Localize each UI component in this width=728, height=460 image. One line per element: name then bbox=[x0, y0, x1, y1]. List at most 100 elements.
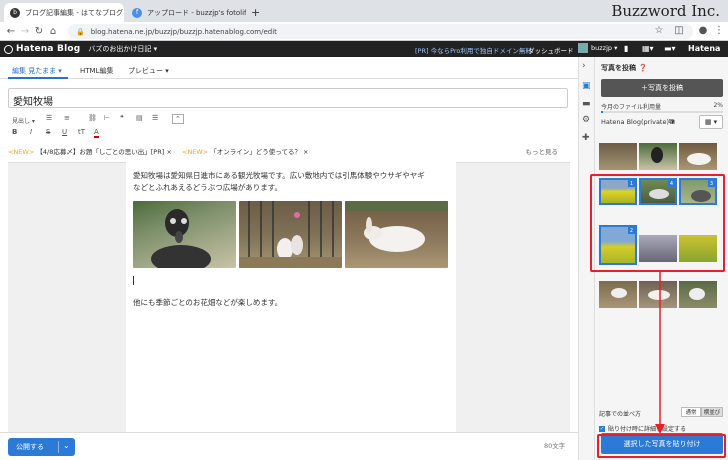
plus-icon[interactable]: ✚ bbox=[582, 133, 590, 143]
grid-view-button[interactable]: ▦ ▾ bbox=[699, 115, 723, 129]
photo-thumb[interactable] bbox=[639, 143, 677, 170]
watermark: Buzzword Inc. bbox=[611, 2, 720, 20]
heading-select[interactable]: 見出し ▾ bbox=[12, 116, 35, 125]
extension-icon[interactable]: ◫ bbox=[672, 25, 686, 36]
hatena-blog-logo[interactable]: Hatena Blog bbox=[4, 44, 80, 54]
address-bar: ← → ↻ ⌂ 🔒 blog.hatena.ne.jp/buzzjp/buzzj… bbox=[0, 22, 728, 41]
text-caret bbox=[133, 276, 134, 285]
home-icon[interactable]: ⌂ bbox=[46, 26, 60, 37]
hatena-favicon-icon: b bbox=[10, 7, 20, 18]
paste-detail-checkbox[interactable]: ✓ 貼り付け時に詳細を設定する bbox=[599, 424, 686, 433]
underline-icon[interactable]: U bbox=[62, 128, 67, 136]
tab-preview[interactable]: プレビュー ▾ bbox=[128, 66, 169, 76]
sort-horizontal-button[interactable]: 横並び bbox=[701, 407, 723, 417]
message-icon[interactable]: ▬▾ bbox=[664, 44, 676, 53]
bullet-list-icon[interactable]: ☰ bbox=[46, 114, 52, 122]
title-input[interactable]: 愛知牧場 bbox=[8, 88, 568, 108]
gear-icon[interactable]: ⚙ bbox=[582, 115, 590, 125]
avatar bbox=[578, 43, 588, 53]
italic-icon[interactable]: I bbox=[30, 128, 32, 136]
collapse-toolbar-icon[interactable]: ⌃ bbox=[172, 114, 184, 124]
chevron-down-icon[interactable]: ⌄ bbox=[63, 441, 70, 450]
strikethrough-icon[interactable]: S bbox=[46, 128, 50, 136]
table-icon[interactable]: ▤ bbox=[136, 114, 143, 122]
user-menu[interactable]: buzzjp ▾ bbox=[578, 43, 617, 53]
dashboard-link[interactable]: ダッシュボード bbox=[528, 45, 574, 55]
link-icon[interactable]: ⛓ bbox=[88, 114, 97, 122]
close-icon[interactable]: × bbox=[303, 148, 308, 156]
emu-photo[interactable] bbox=[133, 201, 236, 268]
body-line: 愛知牧場は愛知県日進市にある観光牧場です。広い敷地内では引馬体験やウサギやヤギ bbox=[133, 171, 425, 180]
post-photo-button[interactable]: ＋写真を投稿 bbox=[601, 79, 723, 97]
selection-highlight-box bbox=[590, 174, 725, 272]
back-icon[interactable]: ← bbox=[4, 26, 18, 37]
external-link-icon[interactable]: ⧉ bbox=[669, 117, 675, 127]
text-color-icon[interactable]: A bbox=[94, 128, 99, 138]
panel-title: 写真を投稿 ❓ bbox=[601, 64, 648, 72]
new-tab-button[interactable]: + bbox=[248, 3, 264, 22]
sort-normal-button[interactable]: 通常 bbox=[681, 407, 701, 417]
browser-tab[interactable]: f アップロード - buzzjp's fotolife × bbox=[126, 3, 246, 22]
format-toolbar-2: B I S U tT A bbox=[8, 128, 578, 140]
browser-tab-active[interactable]: b ブログ記事編集 - はてなブログ × bbox=[4, 3, 124, 22]
photo-thumb[interactable] bbox=[679, 281, 717, 308]
url-field[interactable]: 🔒 blog.hatena.ne.jp/buzzjp/buzzjp.hatena… bbox=[68, 24, 693, 39]
forward-icon[interactable]: → bbox=[18, 26, 32, 37]
menu-dots-icon[interactable]: ⋮ bbox=[712, 25, 726, 36]
blog-name-menu[interactable]: バズのお出かけ日記 ▾ bbox=[88, 44, 157, 54]
usage-bar-fill bbox=[601, 111, 604, 113]
account-icon[interactable]: ● bbox=[696, 25, 710, 36]
photo-thumb[interactable] bbox=[679, 143, 717, 170]
new-tag: <NEW> bbox=[8, 148, 35, 156]
tab-title: アップロード - buzzjp's fotolife bbox=[147, 8, 246, 17]
reload-icon[interactable]: ↻ bbox=[32, 26, 46, 37]
quote-icon[interactable]: ❝ bbox=[120, 114, 124, 122]
folder-icon[interactable]: ▬ bbox=[582, 99, 591, 109]
char-count: 80文字 bbox=[544, 442, 566, 450]
tab-visual-edit[interactable]: 編集 見たまま ▾ bbox=[12, 66, 62, 76]
numbered-list-icon[interactable]: ≡ bbox=[64, 114, 70, 122]
rabbits-cage-photo[interactable] bbox=[239, 201, 342, 268]
active-tab-indicator bbox=[8, 77, 68, 79]
photo-tool-icon[interactable]: ▣ bbox=[582, 81, 591, 91]
photo-thumb[interactable] bbox=[599, 281, 637, 308]
usage-percent: 2% bbox=[713, 102, 723, 109]
url-text: blog.hatena.ne.jp/buzzjp/buzzjp.hatenabl… bbox=[90, 27, 277, 36]
more-link[interactable]: もっと見る bbox=[526, 146, 559, 156]
tab-html-edit[interactable]: HTML編集 bbox=[80, 66, 113, 76]
sort-label: 記事での並べ方 bbox=[599, 411, 642, 418]
publish-button[interactable]: 公開する ⌄ bbox=[8, 438, 75, 456]
news-bar: <NEW> 【4/8応募〆】お題「しごとの思い出」[PR] × <NEW> 「オ… bbox=[8, 146, 568, 158]
hr-icon[interactable]: ⊢ bbox=[104, 114, 110, 122]
apps-grid-icon[interactable]: ▦▾ bbox=[642, 44, 654, 53]
chevron-right-icon[interactable]: › bbox=[582, 61, 586, 71]
news-link[interactable]: 【4/8応募〆】お題「しごとの思い出」[PR] bbox=[36, 148, 164, 156]
editor-mode-tabs: 編集 見たまま ▾ HTML編集 プレビュー ▾ bbox=[0, 57, 578, 79]
news-link[interactable]: 「オンライン」どう使ってる？ bbox=[210, 148, 301, 156]
bookmark-icon[interactable]: ▮ bbox=[624, 44, 628, 53]
align-icon[interactable]: ☰ bbox=[152, 114, 158, 122]
annotation-arrow bbox=[655, 270, 665, 434]
hatena-brand[interactable]: Hatena bbox=[688, 44, 720, 53]
rabbit-ground-photo[interactable] bbox=[345, 201, 448, 268]
hatena-header: Hatena Blog バズのお出かけ日記 ▾ [PR] 今ならPro利用で独自… bbox=[0, 41, 728, 57]
close-tab-icon[interactable]: × bbox=[123, 8, 124, 18]
photo-thumb[interactable] bbox=[599, 143, 637, 170]
bold-icon[interactable]: B bbox=[12, 128, 17, 136]
usage-row: 今月のファイル利用量 2% bbox=[601, 102, 723, 111]
body-line: などとふれあえるどうぶつ広場があります。 bbox=[133, 183, 283, 192]
editor-footer: 公開する ⌄ 80文字 bbox=[0, 432, 578, 460]
usage-label: 今月のファイル利用量 bbox=[601, 104, 662, 111]
album-select[interactable]: Hatena Blog(private) ▾ bbox=[601, 118, 674, 126]
fotolife-favicon-icon: f bbox=[132, 7, 142, 18]
checkbox-checked-icon: ✓ bbox=[599, 425, 605, 432]
new-tag: <NEW> bbox=[181, 148, 209, 156]
font-size-icon[interactable]: tT bbox=[78, 128, 85, 136]
help-icon: ❓ bbox=[638, 64, 648, 72]
pro-promo-link[interactable]: [PR] 今ならPro利用で独自ドメイン無料 bbox=[415, 45, 532, 55]
close-icon[interactable]: × bbox=[166, 148, 171, 156]
star-icon[interactable]: ☆ bbox=[652, 25, 666, 36]
tab-title: ブログ記事編集 - はてなブログ bbox=[25, 8, 123, 17]
usage-bar bbox=[601, 111, 723, 113]
body-line: 他にも季節ごとのお花畑などが楽しめます。 bbox=[133, 298, 283, 307]
